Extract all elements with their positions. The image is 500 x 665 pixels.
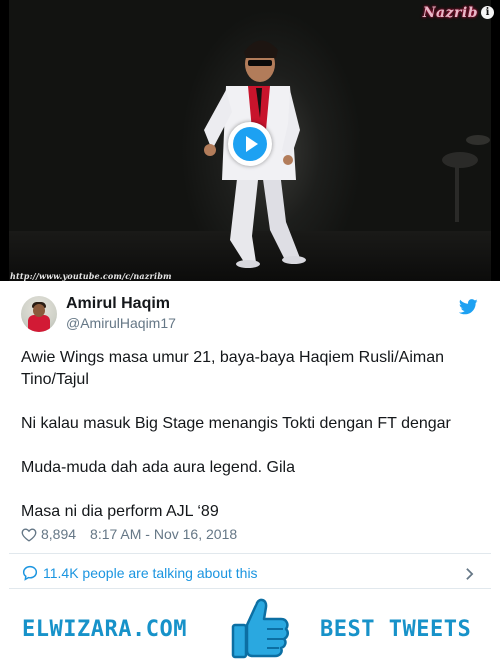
video-player[interactable]: Nazrib i http://www.youtube.com/c/nazrib… <box>0 0 500 281</box>
banner-tagline: BEST TWEETS <box>320 617 472 642</box>
play-icon <box>233 127 267 161</box>
tweet-line: Masa ni dia perform AJL ‘89 <box>21 503 219 520</box>
info-icon[interactable]: i <box>481 6 494 19</box>
conversation-link[interactable]: 11.4K people are talking about this <box>9 560 491 588</box>
avatar[interactable] <box>21 296 57 332</box>
divider <box>9 553 491 554</box>
tweet-text: Awie Wings masa umur 21, baya-baya Haqie… <box>21 347 479 523</box>
twitter-bird-icon[interactable] <box>459 299 478 315</box>
tweet-line: Ni kalau masuk Big Stage menangis Tokti … <box>21 415 451 432</box>
thumbs-up-icon <box>231 598 289 659</box>
talking-count[interactable]: 11.4K people are talking about this <box>43 565 258 581</box>
tweet-line: Awie Wings masa umur 21, baya-baya Haqie… <box>21 349 444 388</box>
tweet-line: Muda-muda dah ada aura legend. Gila <box>21 459 295 476</box>
display-name[interactable]: Amirul Haqim <box>66 295 170 313</box>
tweet-card: Amirul Haqim @AmirulHaqim17 Awie Wings m… <box>9 281 491 588</box>
heart-icon[interactable] <box>21 527 37 542</box>
chat-bubble-icon <box>22 565 38 581</box>
play-button[interactable] <box>228 122 272 166</box>
tweet-timestamp[interactable]: 8:17 AM - Nov 16, 2018 <box>90 526 237 542</box>
channel-watermark: Nazrib <box>422 5 478 21</box>
user-handle[interactable]: @AmirulHaqim17 <box>66 315 176 331</box>
divider <box>9 588 491 589</box>
tweet-meta: 8,894 8:17 AM - Nov 16, 2018 <box>21 526 237 542</box>
video-url-caption: http://www.youtube.com/c/nazribm <box>10 271 172 281</box>
footer-banner: ELWIZARA.COM BEST TWEETS <box>0 593 500 665</box>
chevron-right-icon <box>466 568 474 580</box>
like-count[interactable]: 8,894 <box>41 526 76 542</box>
brand-name[interactable]: ELWIZARA.COM <box>22 617 187 642</box>
